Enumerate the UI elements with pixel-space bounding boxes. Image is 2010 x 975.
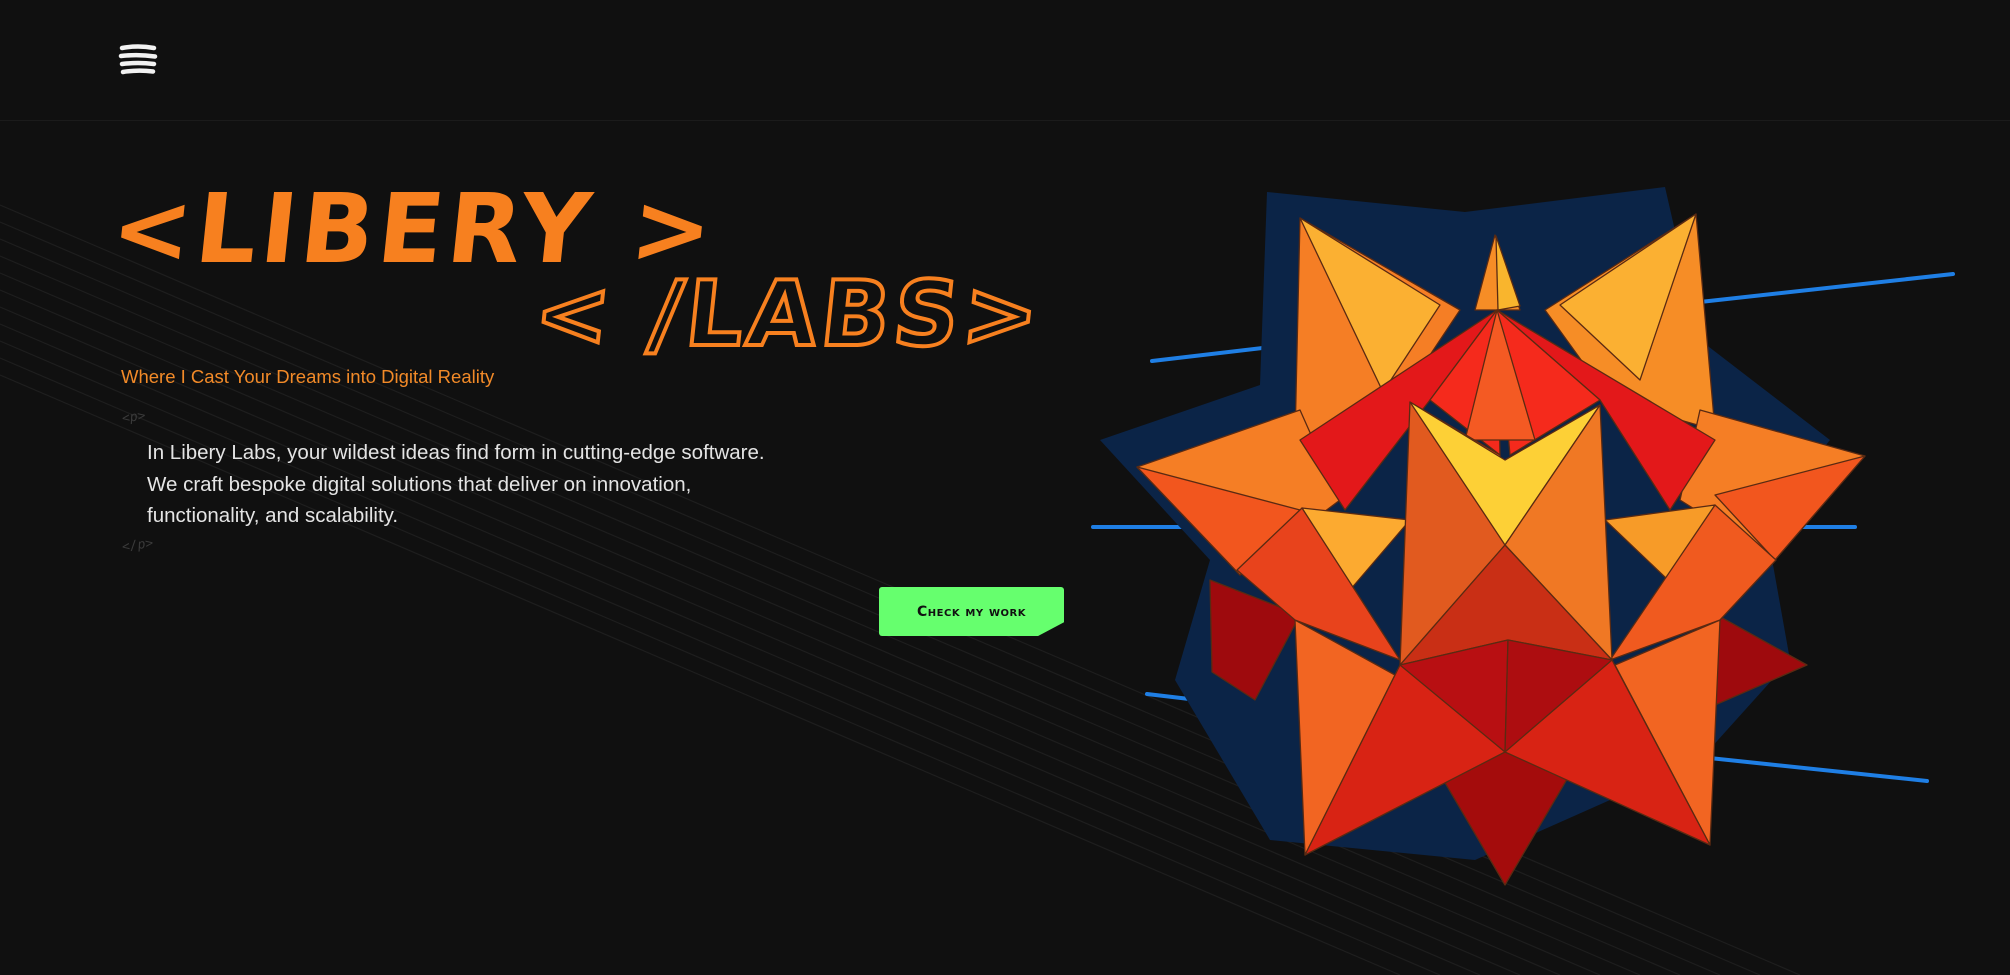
site-logo: <LIBERY > < /LABS> (106, 173, 1050, 369)
intro-line: We craft bespoke digital solutions that … (147, 472, 692, 496)
intro-line: In Libery Labs, your wildest ideas find … (147, 441, 765, 464)
check-my-work-button[interactable]: Check my work (879, 587, 1064, 636)
logo-line-2: < /LABS> (529, 262, 1047, 367)
intro-paragraph: In Libery Labs, your wildest ideas find … (147, 437, 867, 532)
intro-line: functionality, and scalability. (147, 504, 399, 527)
tagline: Where I Cast Your Dreams into Digital Re… (121, 366, 495, 387)
polyhedron-star-icon (1091, 187, 1955, 886)
